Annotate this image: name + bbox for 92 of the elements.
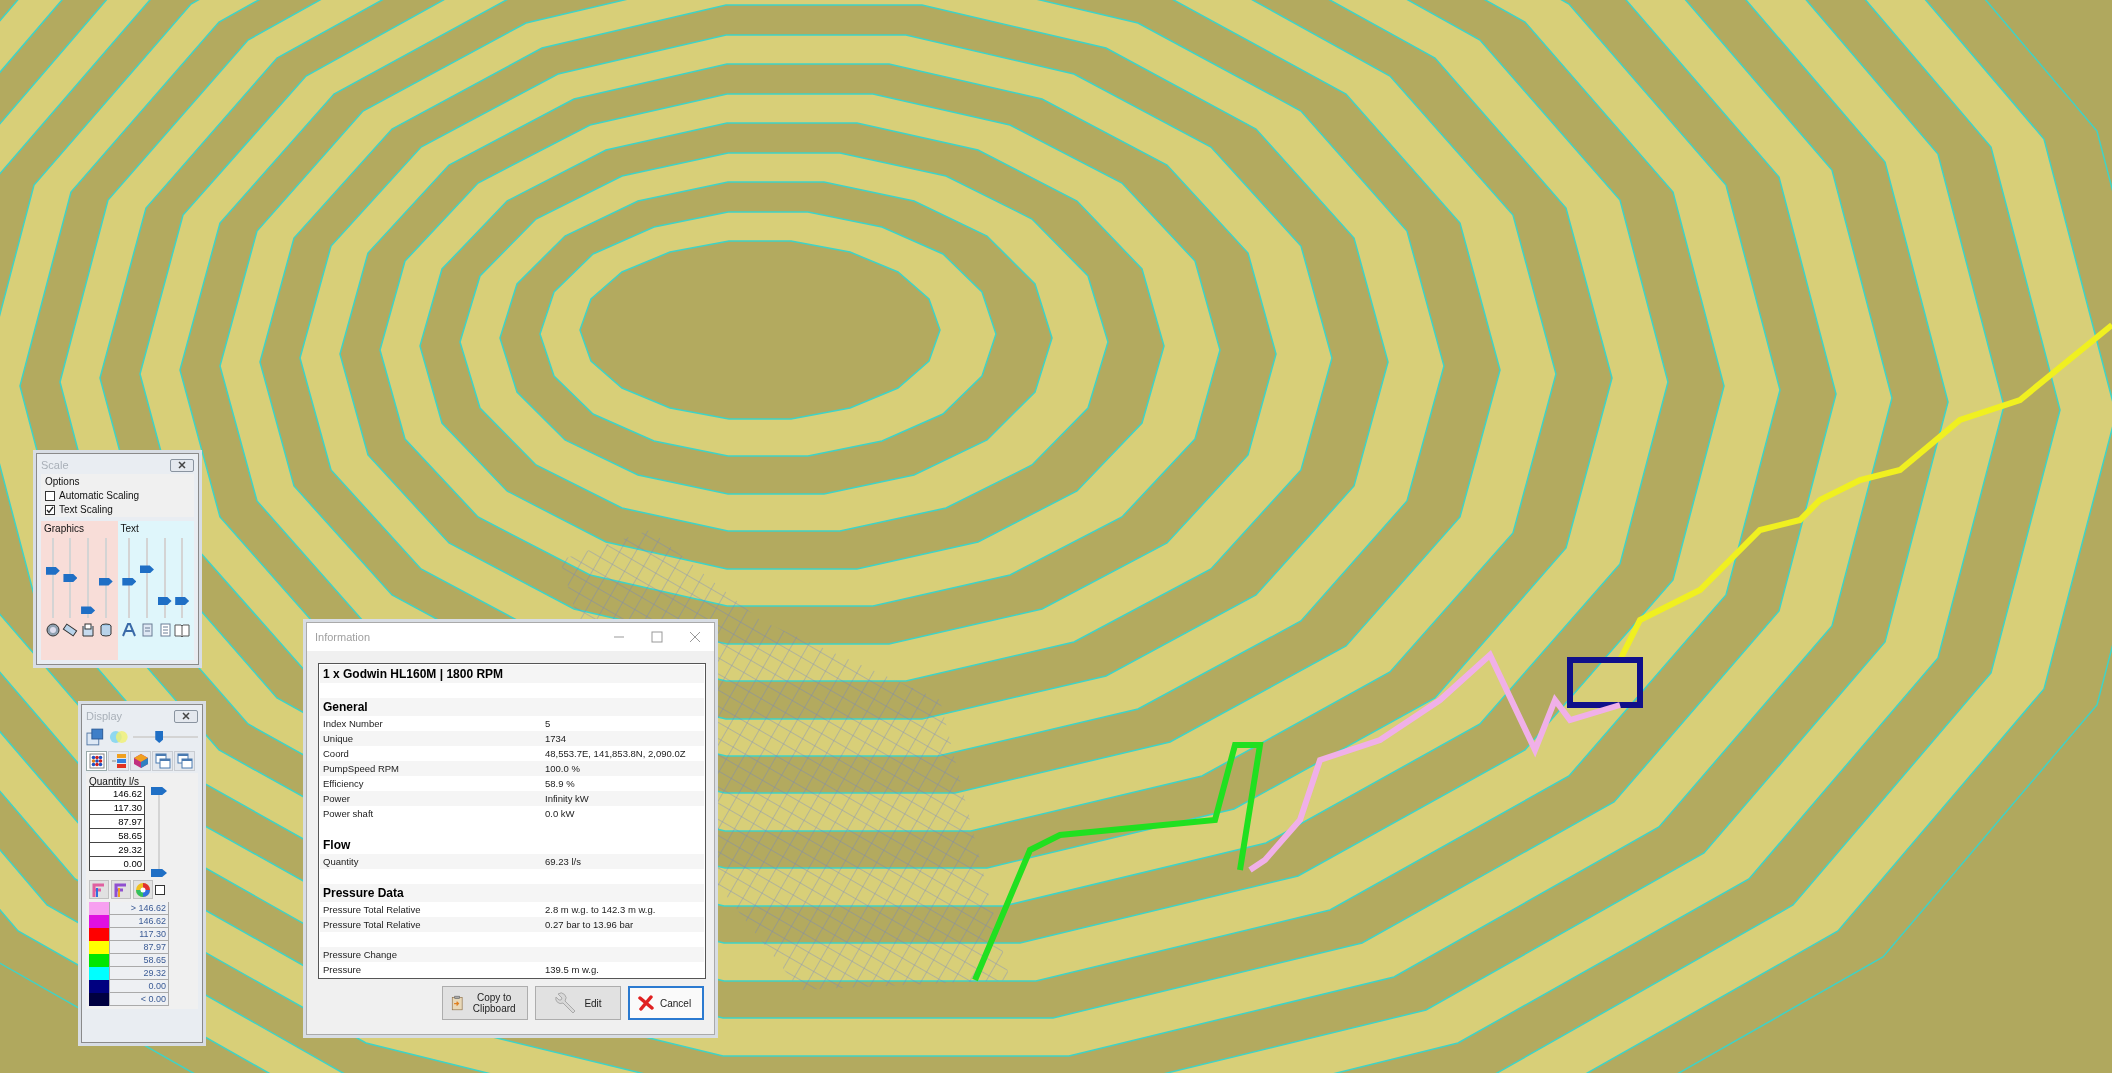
slider-thumb[interactable] [139,565,154,574]
group-label: Graphics [44,523,85,534]
close-icon [687,630,703,644]
slider-thumb[interactable] [98,577,113,586]
panel-title: Display [86,710,123,722]
field-label: Power shaft [322,808,375,819]
item-title: 1 x Godwin HL160M | 1800 RPM [322,667,505,681]
field-label: Quantity [322,856,360,867]
tool-button[interactable] [133,880,153,899]
field-value: 100.0 % [545,763,581,774]
slider-thumb[interactable] [63,574,78,582]
quantity-label: Quantity l/s [89,776,141,787]
slider-thumb[interactable] [175,597,190,606]
legend-label: 87.97 [109,941,169,954]
checkbox-label: Automatic Scaling [59,490,140,501]
legend-label: > 146.62 [109,902,169,915]
field-label: Efficiency [322,778,365,789]
slider-thumb[interactable] [151,869,167,877]
field-value: 2.8 m w.g. to 142.3 m w.g. [545,904,657,915]
camera-icon [44,622,61,638]
field-label: Pressure Change [322,949,398,960]
field-value: Infinity kW [545,793,590,804]
checkbox[interactable] [155,884,165,895]
value-field[interactable]: 0.00 [89,856,145,871]
box-icon [80,622,97,638]
dialog-button[interactable]: Edit [535,986,621,1020]
section-heading: General [322,700,369,714]
group-label: Text [120,523,140,534]
overlap-circles-icon [107,730,130,744]
checkbox[interactable] [45,504,55,515]
section-heading: Pressure Data [322,886,405,900]
field-label: PumpSpeed RPM [322,763,401,774]
legend-label: 0.00 [109,980,169,993]
slider-thumb[interactable] [122,577,137,586]
book-icon [174,622,191,638]
color-wheel-icon [135,881,151,898]
tab[interactable] [130,751,151,771]
close-icon [182,712,190,720]
field-value: 48,553.7E, 141,853.8N, 2,090.0Z [545,748,687,759]
slider-thumb[interactable] [45,566,60,575]
field-label: Power [322,793,351,804]
gradient-icon [91,881,107,898]
x-icon [638,995,654,1011]
field-value: 0.0 kW [545,808,576,819]
tool-button[interactable] [89,880,109,899]
field-value: 0.27 bar to 13.96 bar [545,919,635,930]
checkbox[interactable] [45,490,55,501]
field-value: 1734 [545,733,568,744]
legend-label: 58.65 [109,954,169,967]
field-label: Pressure [322,964,362,975]
field-label: Unique [322,733,355,744]
legend-label: 146.62 [109,915,169,928]
legend-label: < 0.00 [109,993,169,1006]
field-label: Pressure Total Relative [322,904,422,915]
gradient-icon [113,881,129,898]
windows-icon [154,753,171,769]
slider-thumb[interactable] [81,606,96,615]
slider-thumb[interactable] [155,731,164,743]
tab[interactable] [152,751,173,771]
checkbox-label: Text Scaling [59,504,113,515]
legend-label: 117.30 [109,928,169,941]
slider-thumb[interactable] [157,597,172,606]
panel-title: Scale [41,459,69,471]
windows-icon [176,753,193,769]
tab[interactable] [174,751,195,771]
slider-thumb[interactable] [151,787,167,795]
field-value: 69.23 l/s [545,856,582,867]
close-button[interactable] [170,458,194,472]
close-button[interactable] [174,709,198,723]
maximize-icon [649,630,665,644]
tab[interactable] [108,751,129,771]
field-value: 58.9 % [545,778,576,789]
grid-icon [88,753,105,769]
cube-icon [132,753,149,769]
tool-button[interactable] [111,880,131,899]
color-list-icon [110,753,127,769]
field-label: Coord [322,748,350,759]
field-label: Pressure Total Relative [322,919,422,930]
tab[interactable] [86,751,107,771]
cylinder-icon [97,622,114,638]
dialog-button[interactable]: Copy to Clipboard [442,986,528,1020]
group-label: Options [45,476,81,487]
section-heading: Flow [322,838,352,852]
window-title: Information [315,631,371,643]
close-icon [178,461,186,469]
field-label: Index Number [322,718,384,729]
legend-label: 29.32 [109,967,169,980]
window-icon [86,728,104,746]
field-value: 5 [545,718,552,729]
field-value: 139.5 m w.g. [545,964,600,975]
font-icon [121,622,138,638]
dialog-button[interactable]: Cancel [628,986,704,1020]
